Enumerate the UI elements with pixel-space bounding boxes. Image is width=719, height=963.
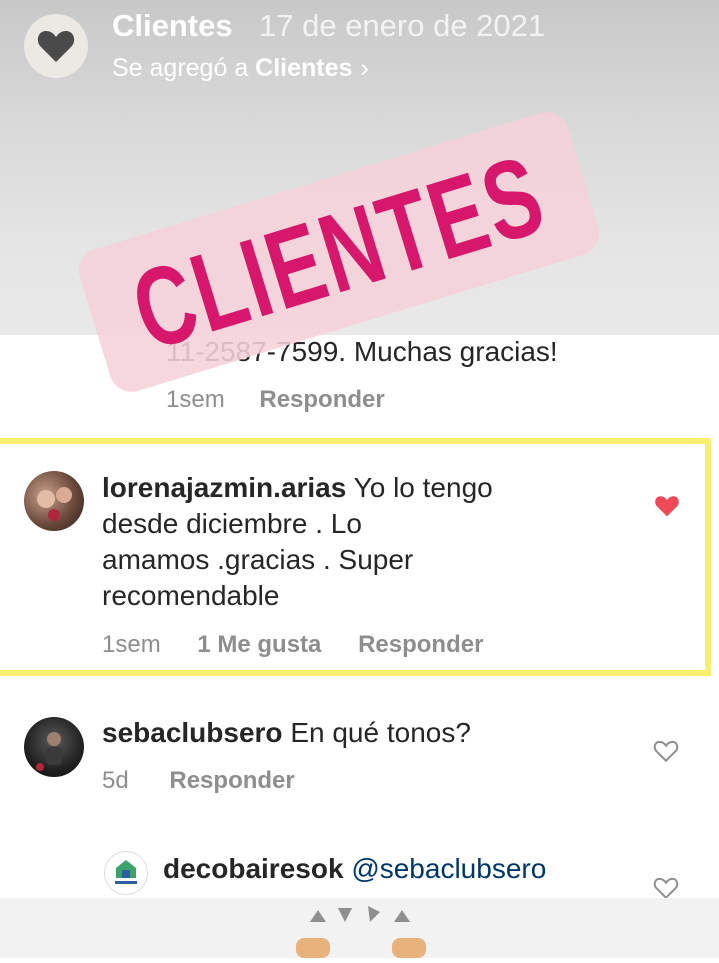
brand-logo-icon: [115, 860, 137, 884]
comment-body: decobairesok @sebaclubsero: [163, 851, 546, 887]
comment-username[interactable]: lorenajazmin.arias: [102, 472, 346, 503]
heart-filled-icon: [655, 496, 679, 517]
added-prefix: Se agregó a: [112, 54, 256, 82]
likes-count-link[interactable]: 1 Me gusta: [197, 631, 321, 658]
heart-outline-icon: [653, 740, 679, 763]
comment-username[interactable]: decobairesok: [163, 853, 344, 884]
like-button[interactable]: [654, 494, 680, 523]
comment-text-line: amamos .gracias . Super: [102, 544, 414, 575]
highlight-title[interactable]: Clientes: [112, 8, 233, 44]
reply-button[interactable]: Responder: [358, 631, 483, 658]
comment-body: sebaclubsero En qué tonos?: [102, 715, 471, 751]
comment-text-line: Yo lo tengo: [353, 472, 493, 503]
comment-meta: 5d Responder: [102, 767, 295, 795]
comment-meta: 1sem Responder: [166, 386, 385, 414]
heart-icon: [37, 31, 75, 62]
pointing-hands-icon: [296, 906, 426, 958]
avatar-photo-icon: [37, 487, 72, 521]
heart-outline-icon: [653, 877, 679, 900]
highlight-avatar[interactable]: [24, 14, 88, 78]
like-button[interactable]: [653, 739, 679, 768]
bottom-sticker-area: [0, 898, 719, 958]
user-avatar[interactable]: [24, 471, 84, 531]
added-target: Clientes: [255, 54, 353, 82]
chevron-right-icon: ›: [360, 54, 369, 82]
comment-time: 1sem: [166, 386, 225, 413]
story-date: 17 de enero de 2021: [259, 8, 546, 43]
comment-time: 5d: [102, 767, 129, 794]
comment-meta: 1sem 1 Me gusta Responder: [102, 631, 483, 659]
comment-time: 1sem: [102, 631, 161, 658]
reply-button[interactable]: Responder: [169, 767, 294, 794]
comment-text-line: recomendable: [102, 580, 280, 611]
user-avatar[interactable]: [24, 717, 84, 777]
comment-body: lorenajazmin.arias Yo lo tengo desde dic…: [102, 470, 562, 614]
user-avatar[interactable]: [104, 851, 148, 895]
mention-link[interactable]: @sebaclubsero: [351, 853, 546, 884]
added-to-link[interactable]: Se agregó a Clientes ›: [112, 54, 369, 83]
avatar-photo-icon: [36, 732, 62, 771]
reply-button[interactable]: Responder: [259, 386, 384, 413]
comment-text-line: desde diciembre . Lo: [102, 508, 362, 539]
comment-username[interactable]: sebaclubsero: [102, 717, 283, 748]
comment-text: En qué tonos?: [290, 717, 471, 748]
